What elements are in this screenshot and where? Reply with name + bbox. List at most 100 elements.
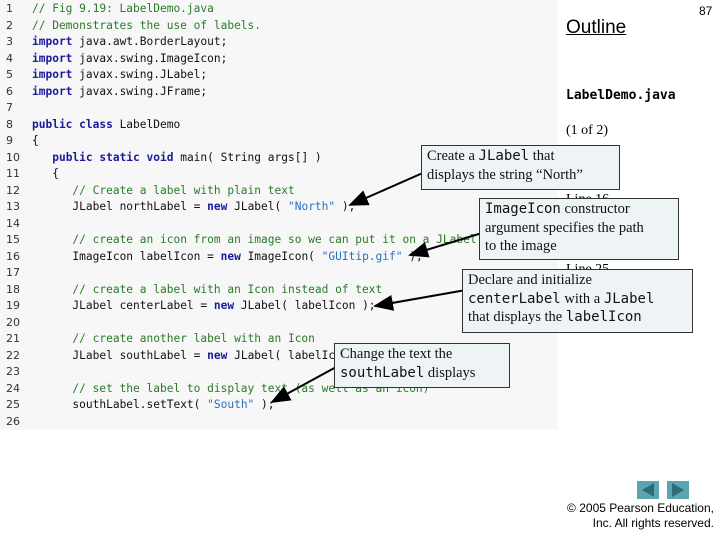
code-line: 14: [0, 216, 32, 233]
callout-code: JLabel: [603, 290, 655, 307]
line-number: 23: [6, 365, 20, 378]
code-string: "GUItip.gif": [321, 249, 403, 263]
previous-slide-button[interactable]: [637, 481, 659, 499]
code-line: 9{: [0, 133, 39, 150]
line-number: 26: [6, 414, 20, 428]
line-number: 6: [6, 84, 13, 98]
callout-code: centerLabel: [468, 290, 561, 307]
code-comment: // Create a label with plain text: [72, 183, 295, 197]
line-number: 2: [6, 18, 13, 32]
code-line: 12 // Create a label with plain text: [0, 183, 295, 200]
line-number: 11: [6, 167, 20, 180]
code-line: 25 southLabel.setText( "South" );: [0, 397, 275, 414]
line-number: 17: [6, 266, 20, 279]
code-comment: // Fig 9.19: LabelDemo.java: [32, 2, 214, 15]
line-number: 16: [6, 249, 20, 263]
callout-code: ImageIcon: [485, 201, 561, 217]
code-text: {: [52, 167, 59, 180]
code-line: 4 import javax.swing.ImageIcon;: [0, 51, 227, 68]
callout-text: Create a: [427, 148, 479, 164]
code-text: JLabel centerLabel =: [72, 299, 214, 312]
line-number: 7: [6, 101, 13, 114]
code-keyword: new: [207, 200, 228, 213]
callout-south: Change the text the southLabel displays: [334, 343, 510, 388]
code-text: javax.swing.JLabel;: [72, 68, 208, 81]
line-number: 14: [6, 216, 20, 230]
callout-text: argument specifies the path: [485, 219, 644, 236]
code-text: southLabel.setText(: [72, 398, 208, 411]
code-comment: // Demonstrates the use of labels.: [32, 18, 262, 32]
line-number: 19: [6, 299, 20, 312]
code-line: 20: [0, 315, 32, 332]
code-string: "South": [207, 398, 255, 411]
callout-center: Declare and initialize centerLabel with …: [462, 269, 693, 333]
code-text: );: [402, 249, 423, 263]
callout-code: labelIcon: [565, 309, 642, 325]
code-line: 22 JLabel southLabel = new JLabel( label…: [0, 348, 369, 365]
code-line: 13 JLabel northLabel = new JLabel( "Nort…: [0, 199, 355, 216]
code-text: ImageIcon labelIcon =: [72, 249, 221, 263]
code-keyword: import: [32, 84, 73, 98]
file-name-label: LabelDemo.java: [566, 88, 676, 103]
line-number: 20: [6, 315, 20, 329]
outline-link[interactable]: Outline: [566, 17, 626, 39]
line-number: 12: [6, 183, 20, 197]
code-line: 5 import javax.swing.JLabel;: [0, 67, 207, 84]
code-keyword: import: [32, 51, 73, 65]
code-line: 8 public class LabelDemo: [0, 117, 180, 134]
next-slide-button[interactable]: [667, 481, 689, 499]
callout-imageicon: ImageIcon constructor argument specifies…: [479, 198, 679, 260]
code-keyword: public class: [32, 117, 113, 131]
code-keyword: new: [207, 348, 228, 362]
line-number: 25: [6, 398, 20, 411]
code-line: 3 import java.awt.BorderLayout;: [0, 34, 227, 51]
line-number: 21: [6, 332, 20, 345]
callout-text: to the image: [485, 238, 557, 254]
code-text: JLabel southLabel =: [72, 348, 208, 362]
code-text: JLabel northLabel =: [72, 200, 208, 213]
code-text: ImageIcon(: [240, 249, 322, 263]
code-line: 18 // create a label with an Icon instea…: [0, 282, 382, 299]
code-text: JLabel(: [227, 200, 288, 213]
callout-code: southLabel: [340, 364, 425, 381]
code-comment: // create another label with an Icon: [72, 332, 315, 345]
copyright-line: Inc. All rights reserved.: [592, 516, 714, 530]
callout-text: with a: [560, 290, 604, 307]
code-text: {: [32, 134, 39, 147]
code-line: 2 // Demonstrates the use of labels.: [0, 18, 261, 35]
code-keyword: new: [220, 249, 241, 263]
code-keyword: public static void: [52, 150, 174, 164]
callout-text: Declare and initialize: [468, 272, 592, 288]
code-keyword: import: [32, 68, 73, 81]
code-text: javax.swing.ImageIcon;: [72, 51, 228, 65]
line-number: 24: [6, 381, 20, 395]
code-text: );: [254, 398, 275, 411]
slide-page-number: 87: [699, 4, 713, 18]
callout-north: Create a JLabel that displays the string…: [421, 145, 620, 190]
code-line: 19 JLabel centerLabel = new JLabel( labe…: [0, 298, 376, 315]
code-line: 21 // create another label with an Icon: [0, 331, 315, 348]
callout-text: displays the string “North”: [427, 166, 583, 183]
line-number: 1: [6, 2, 13, 15]
code-line: 26: [0, 414, 32, 431]
callout-text: that displays the: [468, 309, 566, 325]
code-line: 16 ImageIcon labelIcon = new ImageIcon( …: [0, 249, 423, 266]
code-line: 17: [0, 265, 32, 282]
copyright-line: © 2005 Pearson Education,: [567, 501, 714, 515]
code-comment: // create an icon from an image so we ca…: [72, 233, 477, 246]
line-number: 10: [6, 150, 20, 164]
callout-text: Change the text the: [340, 346, 453, 362]
triangle-right-icon: [672, 483, 684, 497]
callout-text: that: [529, 148, 555, 164]
code-keyword: new: [213, 299, 235, 312]
code-text: main( String args[] ): [173, 150, 322, 164]
